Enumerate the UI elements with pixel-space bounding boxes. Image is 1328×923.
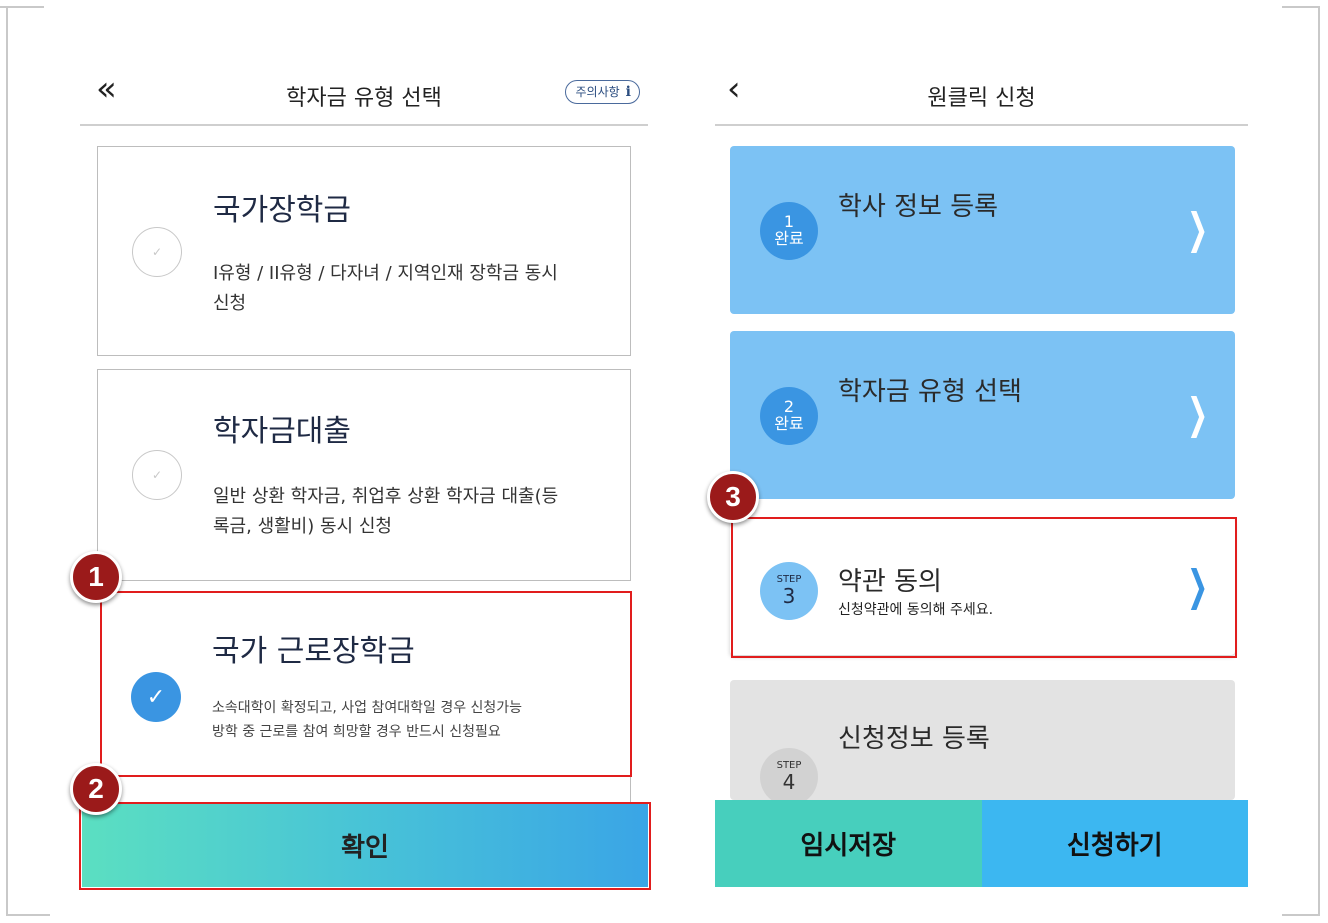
step-title: 학자금 유형 선택: [838, 377, 1022, 407]
step-number: 4: [782, 769, 796, 794]
info-icon: i: [625, 84, 631, 100]
step-title: 신청정보 등록: [838, 724, 990, 754]
temp-save-button[interactable]: 임시저장: [715, 800, 982, 887]
frame-edge: [1318, 6, 1320, 916]
highlight-box: [79, 802, 651, 890]
step-card-4[interactable]: STEP 4 신청정보 등록: [730, 680, 1235, 806]
option-student-loan[interactable]: ✓ 학자금대출 일반 상환 학자금, 취업후 상환 학자금 대출(등 록금, 생…: [97, 369, 631, 581]
step-title: 학사 정보 등록: [838, 192, 999, 222]
callout-badge: 1: [70, 551, 122, 603]
step-circle: 1 완료: [760, 202, 818, 260]
chevron-right-icon: ❯: [1186, 389, 1208, 438]
callout-badge: 2: [70, 763, 122, 815]
page-title: 학자금 유형 선택: [286, 86, 442, 111]
next-card-edge: [97, 776, 631, 804]
apply-button[interactable]: 신청하기: [981, 800, 1248, 887]
frame-edge: [6, 6, 8, 916]
notice-label: 주의사항: [575, 85, 620, 99]
highlight-box: [731, 517, 1237, 658]
callout-badge: 3: [707, 471, 759, 523]
option-title: 학자금대출: [213, 414, 351, 449]
left-header: « 학자금 유형 선택 주의사항 i: [80, 58, 648, 126]
option-desc-line2: 록금, 생활비) 동시 신청: [213, 516, 392, 537]
option-desc-line1: I유형 / II유형 / 다자녀 / 지역인재 장학금 동시: [213, 263, 558, 284]
option-desc-line1: 일반 상환 학자금, 취업후 상환 학자금 대출(등: [213, 486, 559, 507]
option-desc-line2: 신청: [213, 293, 247, 314]
step-circle: STEP 4: [760, 748, 818, 806]
frame-corner: [1282, 914, 1320, 916]
frame-corner: [1282, 6, 1320, 8]
check-icon[interactable]: ✓: [132, 450, 182, 500]
step-card-2[interactable]: 2 완료 학자금 유형 선택 ❯: [730, 331, 1235, 499]
chevron-right-icon: ❯: [1186, 204, 1208, 253]
check-icon[interactable]: ✓: [132, 227, 182, 277]
option-national-scholarship[interactable]: ✓ 국가장학금 I유형 / II유형 / 다자녀 / 지역인재 장학금 동시 신…: [97, 146, 631, 356]
frame-corner: [6, 914, 50, 916]
right-header: ‹ 원클릭 신청: [715, 58, 1248, 126]
highlight-box: [100, 591, 632, 777]
step-status: 완료: [774, 414, 804, 433]
step-card-1[interactable]: 1 완료 학사 정보 등록 ❯: [730, 146, 1235, 314]
step-circle: 2 완료: [760, 387, 818, 445]
bottom-action-bar: 임시저장 신청하기: [715, 800, 1248, 887]
notice-button[interactable]: 주의사항 i: [564, 80, 640, 104]
page-title: 원클릭 신청: [927, 86, 1036, 111]
step-status: 완료: [774, 229, 804, 248]
option-title: 국가장학금: [213, 193, 351, 228]
